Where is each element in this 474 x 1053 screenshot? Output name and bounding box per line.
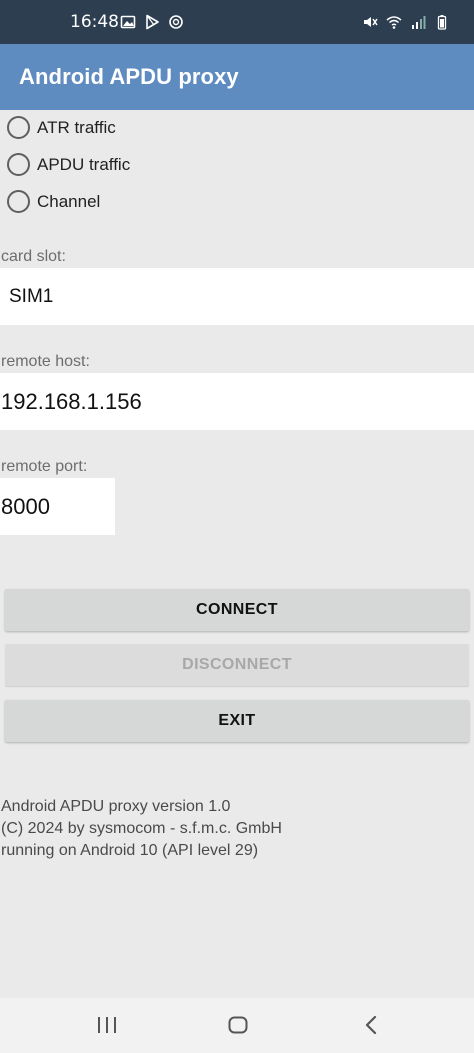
radio-channel[interactable]: Channel [0, 184, 300, 220]
back-icon[interactable] [360, 1014, 384, 1036]
radio-atr-traffic[interactable]: ATR traffic [0, 110, 300, 146]
version-text: Android APDU proxy version 1.0 [1, 798, 231, 815]
signal-icon [412, 16, 426, 29]
app-title: Android APDU proxy [19, 64, 239, 89]
home-icon[interactable] [226, 1014, 250, 1036]
exit-button[interactable]: EXIT [5, 700, 469, 742]
copyright-text: (C) 2024 by sysmocom - s.f.m.c. GmbH [1, 820, 282, 837]
platform-text: running on Android 10 (API level 29) [1, 842, 259, 859]
image-icon [120, 15, 136, 29]
radio-apdu-traffic[interactable]: APDU traffic [0, 147, 300, 183]
play-store-icon [146, 14, 159, 30]
card-slot-label: card slot: [1, 248, 66, 265]
remote-host-label: remote host: [1, 353, 90, 370]
battery-icon [437, 15, 447, 30]
status-time: 16:48 [70, 12, 119, 32]
recent-apps-icon[interactable] [95, 1014, 119, 1036]
disconnect-button[interactable]: DISCONNECT [5, 644, 469, 686]
navigation-bar [0, 998, 474, 1053]
wifi-icon [386, 16, 402, 29]
radio-label: ATR traffic [37, 118, 116, 137]
sync-icon [169, 15, 183, 29]
radio-button-icon[interactable] [7, 153, 30, 176]
card-slot-input[interactable] [0, 268, 474, 325]
remote-host-input[interactable] [0, 373, 474, 430]
radio-label: APDU traffic [37, 155, 131, 174]
app-bar: Android APDU proxy [0, 44, 474, 110]
status-right-icons [362, 14, 450, 30]
mute-icon [364, 17, 378, 27]
connect-button[interactable]: CONNECT [5, 589, 469, 631]
radio-button-icon[interactable] [7, 116, 30, 139]
status-left-icons [120, 14, 184, 30]
remote-port-input[interactable] [0, 478, 115, 535]
status-bar: 16:48 [0, 0, 474, 44]
remote-port-label: remote port: [1, 458, 88, 475]
radio-button-icon[interactable] [7, 190, 30, 213]
radio-label: Channel [37, 192, 101, 211]
